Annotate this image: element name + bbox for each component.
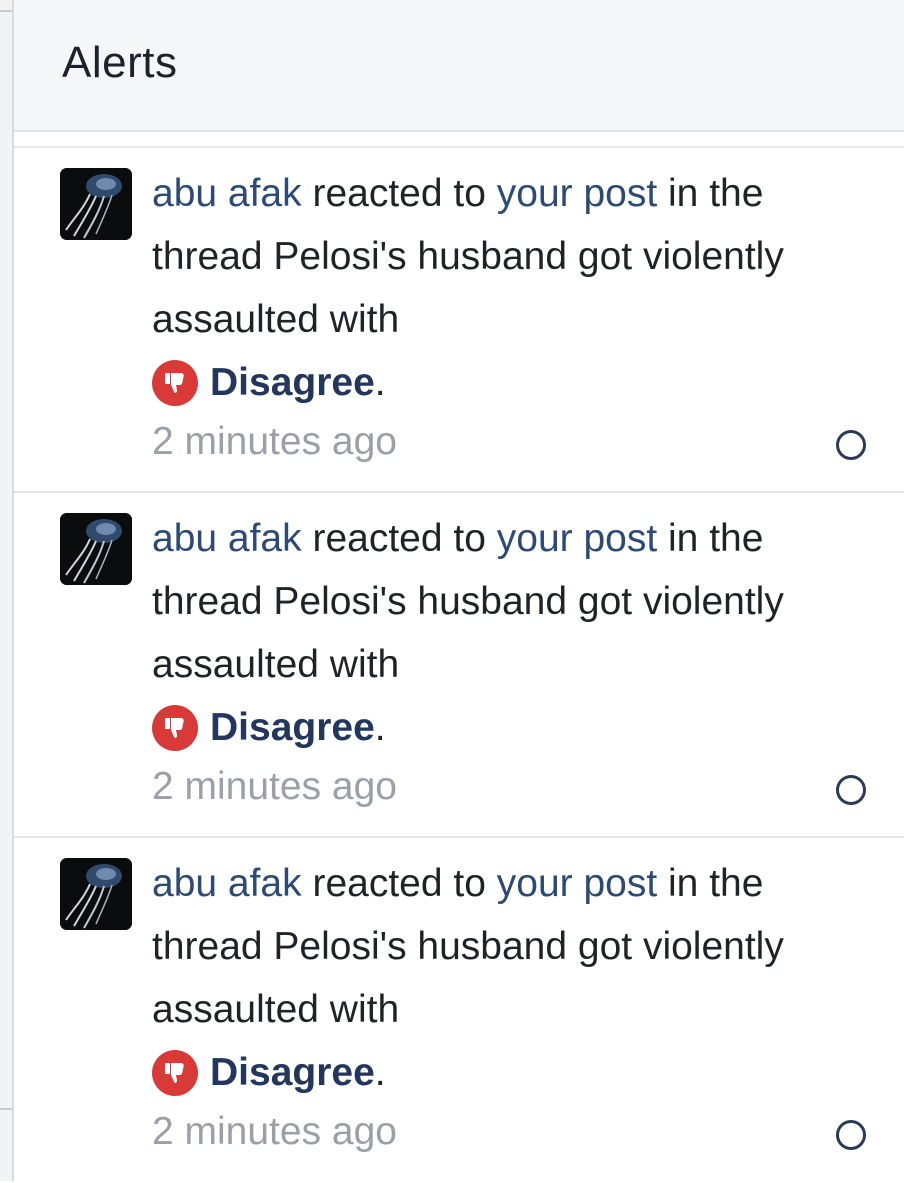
reaction-line: Disagree. xyxy=(152,351,882,414)
jellyfish-avatar-icon xyxy=(60,858,132,930)
reaction-line: Disagree. xyxy=(152,1041,882,1104)
alert-item[interactable]: abu afak reacted to your post in the thr… xyxy=(14,838,904,1183)
thumbs-down-icon xyxy=(152,1049,198,1096)
alert-timestamp: 2 minutes ago xyxy=(152,420,397,463)
avatar[interactable] xyxy=(60,168,132,240)
panel-title: Alerts xyxy=(62,38,178,87)
action-text: reacted to xyxy=(301,517,497,560)
reaction-line: Disagree. xyxy=(152,696,882,759)
alert-item[interactable]: abu afak reacted to your post in the thr… xyxy=(14,493,904,838)
alert-text: abu afak reacted to your post in the thr… xyxy=(152,852,882,1104)
alert-timestamp: 2 minutes ago xyxy=(152,1110,397,1153)
header-divider xyxy=(14,132,904,148)
jellyfish-avatar-icon xyxy=(60,513,132,585)
edge-notch xyxy=(0,10,12,12)
alerts-panel: Alerts abu afak reacted to your post in … xyxy=(14,0,904,1181)
side-edge xyxy=(0,0,14,1181)
avatar[interactable] xyxy=(60,858,132,930)
post-link[interactable]: your post xyxy=(497,517,657,560)
reaction-name: Disagree xyxy=(210,706,375,749)
alert-list: abu afak reacted to your post in the thr… xyxy=(14,148,904,1183)
reaction-name: Disagree xyxy=(210,1051,375,1094)
edge-notch xyxy=(0,1108,12,1110)
alert-item[interactable]: abu afak reacted to your post in the thr… xyxy=(14,148,904,493)
mark-read-toggle[interactable] xyxy=(836,775,866,805)
mark-read-toggle[interactable] xyxy=(836,1120,866,1150)
alert-text: abu afak reacted to your post in the thr… xyxy=(152,507,882,759)
user-link[interactable]: abu afak xyxy=(152,862,302,905)
avatar[interactable] xyxy=(60,513,132,585)
thumbs-down-icon xyxy=(152,359,198,406)
alert-timestamp: 2 minutes ago xyxy=(152,765,397,808)
post-link[interactable]: your post xyxy=(497,172,657,215)
alerts-header: Alerts xyxy=(14,0,904,132)
thumbs-down-icon xyxy=(152,704,198,751)
user-link[interactable]: abu afak xyxy=(152,517,302,560)
user-link[interactable]: abu afak xyxy=(152,172,302,215)
action-text: reacted to xyxy=(301,172,497,215)
jellyfish-avatar-icon xyxy=(60,168,132,240)
alert-text: abu afak reacted to your post in the thr… xyxy=(152,162,882,414)
action-text: reacted to xyxy=(301,862,497,905)
reaction-name: Disagree xyxy=(210,361,375,404)
reaction-suffix: . xyxy=(374,361,386,404)
reaction-suffix: . xyxy=(374,706,386,749)
reaction-suffix: . xyxy=(374,1051,386,1094)
post-link[interactable]: your post xyxy=(497,862,657,905)
mark-read-toggle[interactable] xyxy=(836,430,866,460)
